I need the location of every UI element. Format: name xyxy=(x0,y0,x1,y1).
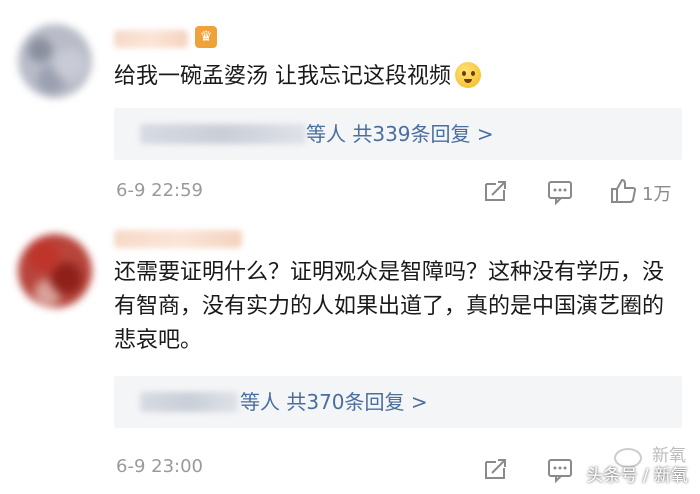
comment-timestamp: 6-9 22:59 xyxy=(116,180,203,201)
reply-summary-link[interactable]: 等人 共339条回复 > xyxy=(306,120,494,148)
vip-badge-icon: ♛ xyxy=(195,26,217,48)
comment-icon[interactable] xyxy=(545,176,575,206)
comment-text: 还需要证明什么？证明观众是智障吗？这种没有学历，没有智商，没有实力的人如果出道了… xyxy=(114,260,665,353)
username-redacted[interactable] xyxy=(114,230,242,248)
username-redacted[interactable] xyxy=(114,30,188,48)
reply-summary-link[interactable]: 等人 共370条回复 > xyxy=(240,388,428,416)
comment-item: 还需要证明什么？证明观众是智障吗？这种没有学历，没有智商，没有实力的人如果出道了… xyxy=(0,218,700,494)
avatar[interactable] xyxy=(18,234,92,308)
thumbs-up-icon[interactable] xyxy=(608,176,638,206)
comment-item: ♛ 给我一碗孟婆汤 让我忘记这段视频 等人 共339条回复 > 6-9 22:5… xyxy=(0,0,700,218)
reply-users-redacted xyxy=(140,124,306,144)
reply-summary-box[interactable]: 等人 共370条回复 > xyxy=(114,376,682,428)
like-count: 1万 xyxy=(642,184,672,205)
comment-icon[interactable] xyxy=(545,454,575,484)
comment-feed: ♛ 给我一碗孟婆汤 让我忘记这段视频 等人 共339条回复 > 6-9 22:5… xyxy=(0,0,700,494)
avatar[interactable] xyxy=(18,24,92,98)
share-icon[interactable] xyxy=(480,454,510,484)
share-icon[interactable] xyxy=(480,176,510,206)
comment-text: 给我一碗孟婆汤 让我忘记这段视频 xyxy=(114,60,678,94)
comment-timestamp: 6-9 23:00 xyxy=(116,456,203,477)
watermark-text: 头条号 / 新氧 xyxy=(586,466,688,486)
reply-users-redacted xyxy=(140,392,238,412)
reply-summary-box[interactable]: 等人 共339条回复 > xyxy=(114,108,682,160)
smile-emoji-icon xyxy=(455,62,481,88)
